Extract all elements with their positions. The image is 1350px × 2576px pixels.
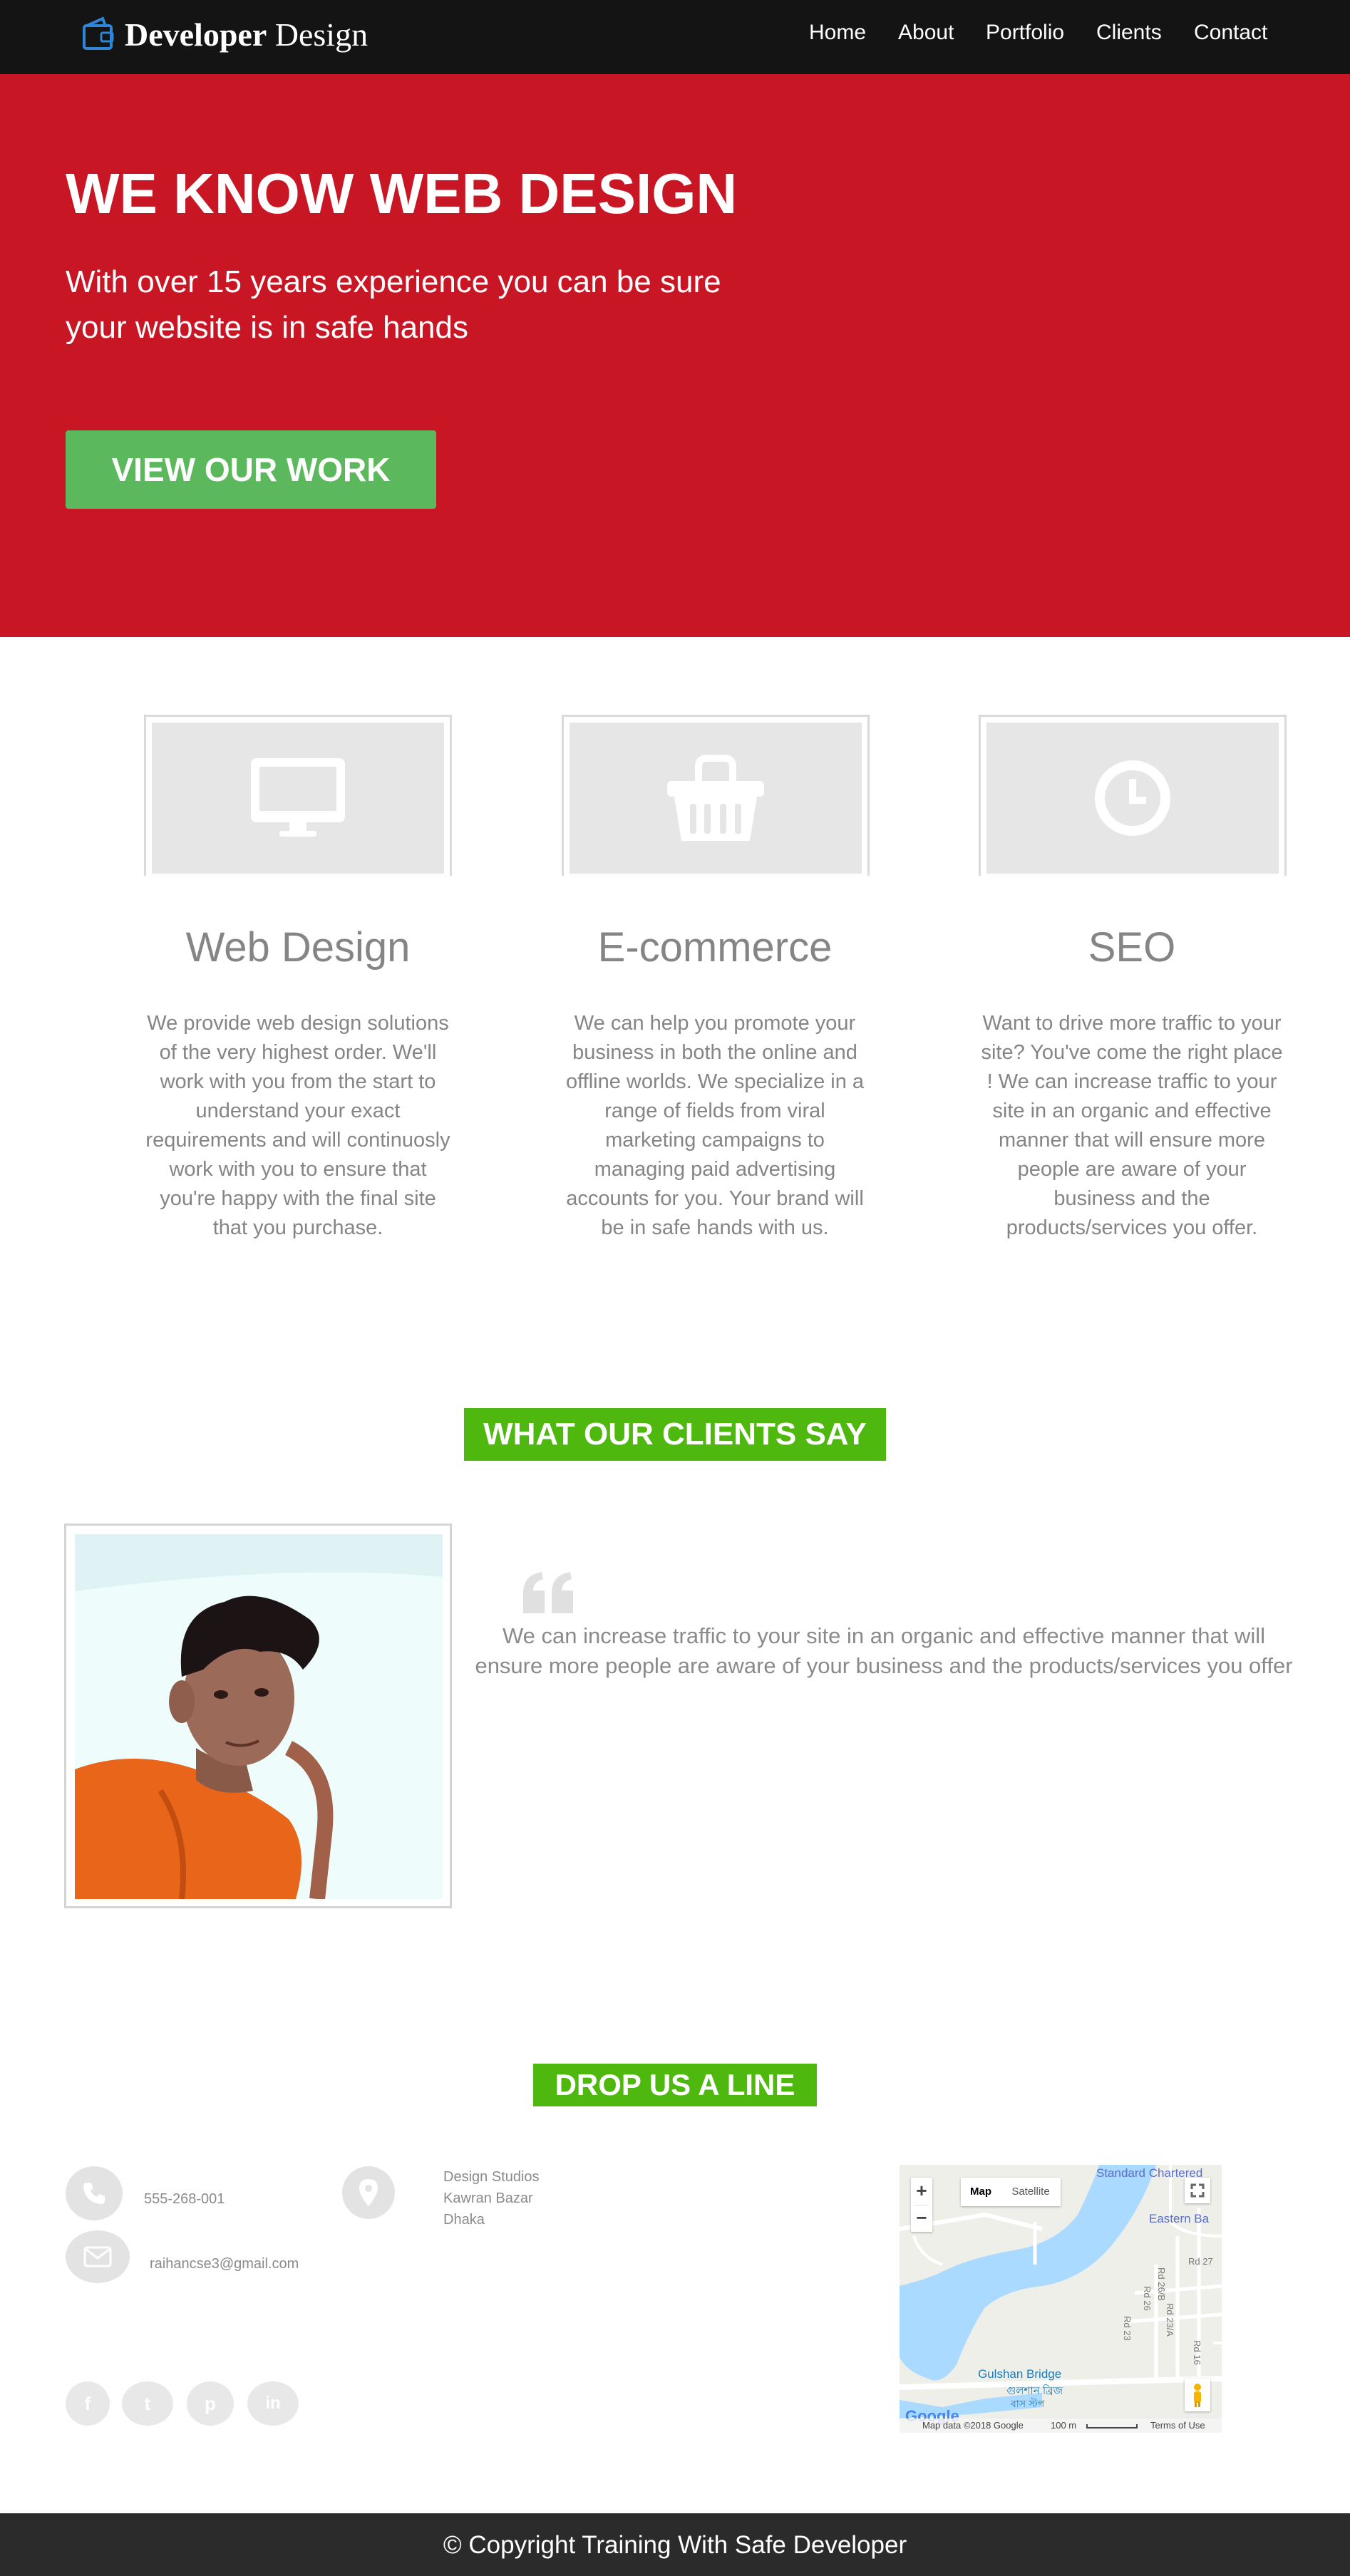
map-attribution-bar: Map data ©2018 Google 100 m Terms of Use bbox=[900, 2419, 1222, 2433]
service-image bbox=[570, 723, 862, 874]
service-image-frame bbox=[562, 715, 870, 876]
address-line: Design Studios bbox=[443, 2169, 540, 2185]
map-label-poi: Eastern Ba bbox=[1149, 2212, 1210, 2225]
map-attribution: Map data ©2018 Google bbox=[922, 2420, 1024, 2431]
zoom-out-button[interactable]: − bbox=[911, 2205, 932, 2232]
hero-section: WE KNOW WEB DESIGN With over 15 years ex… bbox=[0, 74, 1350, 637]
nav-about[interactable]: About bbox=[898, 20, 954, 46]
map-zoom-control: + − bbox=[911, 2178, 932, 2232]
twitter-icon[interactable]: t bbox=[122, 2381, 173, 2426]
wallet-icon bbox=[83, 16, 114, 50]
location-icon-circle bbox=[342, 2166, 395, 2219]
envelope-icon bbox=[83, 2246, 112, 2267]
map-marker-icon bbox=[359, 2179, 378, 2206]
view-our-work-button[interactable]: VIEW OUR WORK bbox=[66, 430, 436, 509]
service-title: SEO bbox=[1088, 924, 1176, 971]
nav-clients[interactable]: Clients bbox=[1096, 20, 1162, 46]
map-label-bridge: Gulshan Bridge bbox=[978, 2367, 1062, 2381]
map-label-road: Rd 27 bbox=[1188, 2256, 1213, 2267]
map-label-road: Rd 26 bbox=[1141, 2286, 1153, 2311]
monitor-icon bbox=[251, 758, 345, 837]
email-address[interactable]: raihancse3@gmail.com bbox=[150, 2253, 299, 2275]
phone-icon-circle bbox=[66, 2166, 123, 2220]
street-view-pegman[interactable] bbox=[1185, 2379, 1210, 2411]
client-photo bbox=[75, 1534, 443, 1899]
client-portrait-image bbox=[75, 1534, 443, 1899]
map-label-road: Rd 26/B bbox=[1155, 2267, 1167, 2301]
map-label-road: Rd 23 bbox=[1121, 2316, 1133, 2341]
client-photo-frame bbox=[64, 1524, 452, 1908]
map-terms-link[interactable]: Terms of Use bbox=[1150, 2420, 1205, 2431]
map-label-road: Rd 16 bbox=[1191, 2340, 1202, 2365]
nav-portfolio[interactable]: Portfolio bbox=[986, 20, 1064, 46]
service-image bbox=[986, 723, 1279, 874]
service-image bbox=[152, 723, 444, 874]
zoom-in-button[interactable]: + bbox=[911, 2178, 932, 2205]
copyright-text: © Copyright Training With Safe Developer bbox=[443, 2531, 907, 2559]
hero-title: WE KNOW WEB DESIGN bbox=[66, 162, 738, 225]
map-scale-label: 100 m bbox=[1051, 2420, 1077, 2431]
pegman-icon bbox=[1194, 2384, 1201, 2407]
service-title: Web Design bbox=[185, 924, 411, 971]
brand-logo[interactable]: Developer Design bbox=[125, 13, 368, 57]
brand-bold: Developer bbox=[125, 16, 267, 53]
testimonial-quote-line-1: We can increase traffic to your site in … bbox=[502, 1623, 1266, 1648]
map-label-bus-stop: বাস স্টপ bbox=[1011, 2398, 1045, 2409]
footer: © Copyright Training With Safe Developer bbox=[0, 2513, 1350, 2576]
nav-home[interactable]: Home bbox=[809, 20, 866, 46]
address-line: Kawran Bazar bbox=[443, 2190, 533, 2206]
contact-heading: DROP US A LINE bbox=[533, 2064, 817, 2106]
clock-icon bbox=[1095, 760, 1170, 836]
service-title: E-commerce bbox=[597, 924, 833, 971]
map-scale-bar bbox=[1086, 2424, 1138, 2428]
brand-regular: Design bbox=[274, 16, 369, 53]
map-type-satellite-button[interactable]: Satellite bbox=[1002, 2178, 1059, 2206]
map-label-poi: Standard Chartered bbox=[1096, 2166, 1203, 2180]
hero-subtitle-line-2: your website is in safe hands bbox=[66, 310, 468, 345]
linkedin-icon[interactable]: in bbox=[247, 2381, 299, 2426]
phone-number: 555-268-001 bbox=[144, 2191, 225, 2207]
phone-icon bbox=[83, 2183, 105, 2204]
fullscreen-button[interactable] bbox=[1185, 2178, 1210, 2203]
navbar: Developer Design Home About Portfolio Cl… bbox=[0, 0, 1350, 74]
map-widget[interactable]: + − Map Satellite Standard Chartered Eas… bbox=[900, 2165, 1222, 2433]
service-description: Want to drive more traffic to your site? … bbox=[981, 1012, 1283, 1239]
fullscreen-icon bbox=[1190, 2183, 1205, 2198]
hero-subtitle-line-1: With over 15 years experience you can be… bbox=[66, 264, 721, 299]
service-image-frame bbox=[144, 715, 452, 876]
nav-contact[interactable]: Contact bbox=[1194, 20, 1267, 46]
clients-heading: WHAT OUR CLIENTS SAY bbox=[464, 1408, 886, 1461]
pinterest-icon[interactable]: p bbox=[187, 2381, 234, 2426]
map-type-map-button[interactable]: Map bbox=[961, 2178, 1001, 2206]
map-type-control: Map Satellite bbox=[961, 2178, 1061, 2206]
service-image-frame bbox=[979, 715, 1287, 876]
shopping-basket-icon bbox=[667, 755, 764, 841]
testimonial-quote-line-2: ensure more people are aware of your bus… bbox=[475, 1653, 1293, 1678]
service-description: We provide web design solutions of the ve… bbox=[145, 1012, 450, 1239]
service-description: We can help you promote your business in … bbox=[565, 1012, 865, 1239]
address-line: Dhaka bbox=[443, 2212, 485, 2228]
map-label-road: Rd 23/A bbox=[1164, 2303, 1175, 2337]
email-icon-circle bbox=[66, 2230, 130, 2283]
facebook-icon[interactable]: f bbox=[66, 2381, 110, 2426]
quote-left-icon bbox=[523, 1572, 573, 1613]
